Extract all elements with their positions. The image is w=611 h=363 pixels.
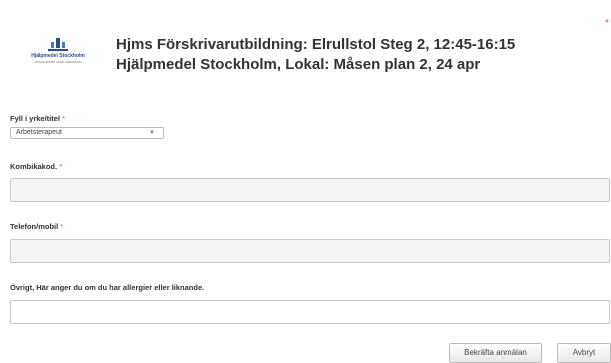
required-mark: * [62, 114, 66, 123]
course-heading: Hjms Förskrivarutbildning: Elrullstol St… [116, 35, 515, 75]
code-label-text: Kombikakod. [10, 162, 58, 171]
logo-name: Hjälpmedel Stockholm [31, 53, 85, 59]
logo-mark-icon [48, 38, 68, 51]
course-title: Hjms Förskrivarutbildning: Elrullstol St… [116, 36, 516, 53]
logo-subtitle: STOCKHOLMS LÄNS LANDSTING [34, 60, 82, 64]
chevron-down-icon: ▼ [149, 130, 155, 136]
cancel-button[interactable]: Avbryt [557, 343, 611, 363]
title-select-value: Arbetsterapeut [16, 129, 62, 136]
phone-input[interactable] [10, 239, 610, 263]
required-mark: * [59, 162, 63, 171]
other-input[interactable] [10, 300, 610, 324]
title-select[interactable]: Arbetsterapeut ▼ [10, 127, 164, 139]
organization-logo: Hjälpmedel Stockholm STOCKHOLMS LÄNS LAN… [22, 36, 94, 66]
corner-required-marker: * [605, 18, 609, 29]
code-label: Kombikakod. * [10, 162, 62, 171]
phone-label-text: Telefon/mobil [10, 222, 59, 231]
title-label-text: Fyll i yrke/titel [10, 114, 61, 123]
confirm-button[interactable]: Bekräfta anmälan [449, 343, 542, 363]
required-mark: * [60, 222, 64, 231]
code-input[interactable] [10, 178, 610, 202]
course-location: Hjälpmedel Stockholm, Lokal: Måsen plan … [116, 56, 481, 73]
title-label: Fyll i yrke/titel * [10, 114, 65, 123]
other-label-text: Övrigt, Här anger du om du har allergier… [10, 283, 205, 292]
phone-label: Telefon/mobil * [10, 222, 63, 231]
other-label: Övrigt, Här anger du om du har allergier… [10, 283, 204, 292]
